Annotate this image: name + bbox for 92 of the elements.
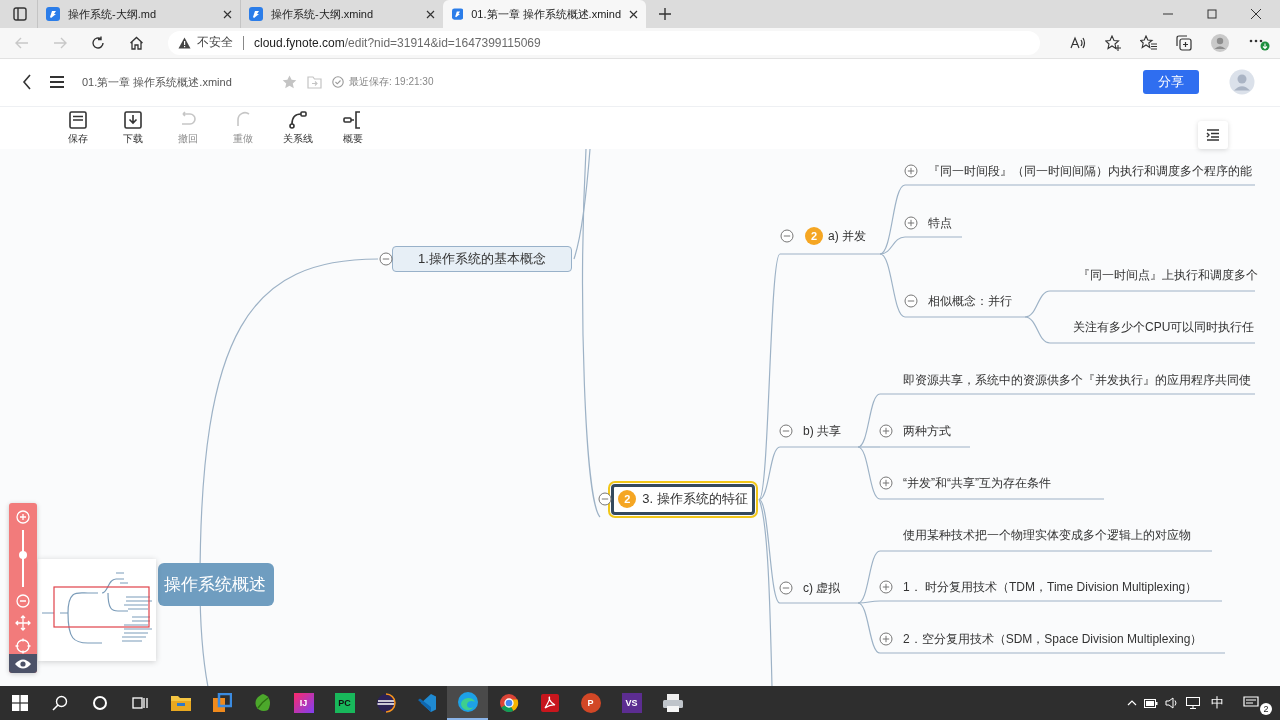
- zoom-out-icon[interactable]: [16, 594, 30, 609]
- close-icon[interactable]: [426, 9, 435, 19]
- topic-label[interactable]: c) 虚拟: [803, 578, 841, 597]
- topic-label[interactable]: “并发”和“共享”互为存在条件: [903, 473, 1051, 492]
- topic-node[interactable]: 2 3. 操作系统的特征: [611, 483, 755, 515]
- download-icon: [123, 109, 143, 130]
- check-circle-icon: [332, 76, 344, 89]
- battery-icon[interactable]: [1144, 698, 1158, 708]
- folder-icon: [169, 693, 192, 713]
- notification-count-badge: 2: [1260, 703, 1272, 715]
- app-tile-icon: IJ: [293, 693, 314, 713]
- relation-line-icon: [288, 109, 308, 130]
- browser-tab[interactable]: 01.第一章 操作系统概述.xmind: [443, 0, 646, 28]
- topic-label[interactable]: 1． 时分复用技术（TDM，Time Division Multiplexing）: [903, 577, 1198, 596]
- star-icon[interactable]: [282, 75, 297, 90]
- site-logo-icon: [452, 7, 464, 21]
- code-editor-icon: [416, 693, 437, 713]
- topic-label[interactable]: 2．空分复用技术（SDM，Space Division Multiplexing）: [903, 629, 1203, 648]
- address-field[interactable]: 不安全 cloud.fynote.com/edit?nid=31914&id=1647399115069: [168, 30, 1040, 55]
- outline-toggle-button[interactable]: [1198, 120, 1228, 149]
- topic-label[interactable]: 相似概念：并行: [928, 291, 1012, 310]
- security-label: 不安全: [197, 34, 233, 52]
- topic-label[interactable]: 特点: [928, 213, 952, 232]
- move-icon[interactable]: [15, 615, 31, 632]
- summary-icon: [343, 109, 363, 130]
- menu-icon[interactable]: [48, 75, 66, 90]
- collapse-button[interactable]: [598, 492, 612, 507]
- chrome-icon: [498, 693, 519, 713]
- topic-label[interactable]: 关注有多少个CPU可以同时执行任: [1073, 317, 1255, 336]
- topic-label[interactable]: b) 共享: [803, 421, 841, 440]
- expand-button[interactable]: [879, 631, 893, 646]
- network-icon[interactable]: [1186, 697, 1200, 709]
- eclipse-icon: [375, 693, 396, 713]
- topic-label[interactable]: 『同一时间点』上执行和调度多个: [1078, 265, 1258, 284]
- favorites-icon[interactable]: [1140, 35, 1157, 51]
- maximize-icon[interactable]: [1206, 8, 1218, 20]
- collections-icon[interactable]: [1176, 34, 1192, 51]
- expand-button[interactable]: [879, 475, 893, 490]
- topic-label[interactable]: a) 并发: [828, 226, 866, 245]
- close-icon[interactable]: [629, 9, 638, 19]
- toolbar-button[interactable]: 关系线: [278, 109, 318, 146]
- notification-button[interactable]: [1243, 696, 1259, 710]
- input-method-indicator[interactable]: 中: [1211, 694, 1224, 712]
- app-tile-icon: VS: [621, 693, 642, 713]
- toolbar-button[interactable]: 保存: [58, 109, 98, 146]
- expand-button[interactable]: [879, 579, 893, 594]
- priority-badge: 2: [805, 226, 823, 245]
- save-icon: [68, 109, 88, 130]
- center-target-icon[interactable]: [15, 638, 31, 655]
- url-text: cloud.fynote.com/edit?nid=31914&id=1647399115069: [254, 35, 541, 50]
- close-icon[interactable]: [1250, 8, 1262, 20]
- expand-button[interactable]: [904, 215, 918, 230]
- site-logo-icon: [46, 7, 60, 21]
- toolbar-button[interactable]: 下载: [113, 109, 153, 146]
- toolbar-button[interactable]: 概要: [333, 109, 373, 146]
- topic-label: 3. 操作系统的特征: [642, 490, 748, 509]
- read-aloud-icon[interactable]: [1070, 35, 1086, 50]
- close-icon[interactable]: [223, 9, 232, 19]
- eye-icon: [14, 657, 32, 670]
- notification-icon: [1243, 696, 1259, 710]
- taskbar-app-button[interactable]: PC: [324, 686, 365, 720]
- preview-toggle-button[interactable]: [9, 654, 37, 673]
- topic-label[interactable]: 即资源共享，系统中的资源供多个『并发执行』的应用程序共同使: [903, 370, 1251, 389]
- chevron-up-icon[interactable]: [1127, 699, 1137, 707]
- taskbar-app-button[interactable]: P: [570, 686, 611, 720]
- squares-icon: [211, 693, 232, 713]
- site-logo-icon: [249, 7, 263, 21]
- taskbar-app-button[interactable]: IJ: [283, 686, 324, 720]
- priority-badge: 2: [618, 490, 637, 509]
- topic-label[interactable]: 使用某种技术把一个物理实体变成多个逻辑上的对应物: [903, 525, 1191, 544]
- outline-icon: [1206, 128, 1220, 141]
- topic-label[interactable]: 两种方式: [903, 421, 951, 440]
- save-status: 最近保存: 19:21:30: [349, 75, 434, 90]
- document-title: 01.第一章 操作系统概述.xmind: [82, 74, 233, 90]
- app-tile-icon: PC: [334, 693, 355, 713]
- browser-wave-icon: [456, 691, 479, 713]
- profile-avatar-icon[interactable]: [1211, 33, 1229, 52]
- slider-thumb[interactable]: [19, 550, 27, 559]
- add-favorite-icon[interactable]: [1105, 34, 1121, 51]
- zoom-in-icon[interactable]: [16, 509, 30, 524]
- share-button[interactable]: 分享: [1143, 70, 1199, 95]
- expand-button[interactable]: [904, 163, 918, 178]
- app-tile-icon: P: [580, 693, 601, 713]
- topic-node[interactable]: 1.操作系统的基本概念: [392, 245, 572, 272]
- volume-icon[interactable]: [1165, 697, 1179, 709]
- expand-button[interactable]: [879, 423, 893, 438]
- printer-icon: [661, 693, 684, 713]
- taskbar-app-button[interactable]: VS: [611, 686, 652, 720]
- warning-icon: [178, 36, 191, 49]
- topic-label: 1.操作系统的基本概念: [418, 249, 546, 268]
- topic-label[interactable]: 『同一时间段』（同一时间间隔）内执行和调度多个程序的能: [928, 161, 1252, 180]
- pdf-reader-icon: [539, 693, 560, 713]
